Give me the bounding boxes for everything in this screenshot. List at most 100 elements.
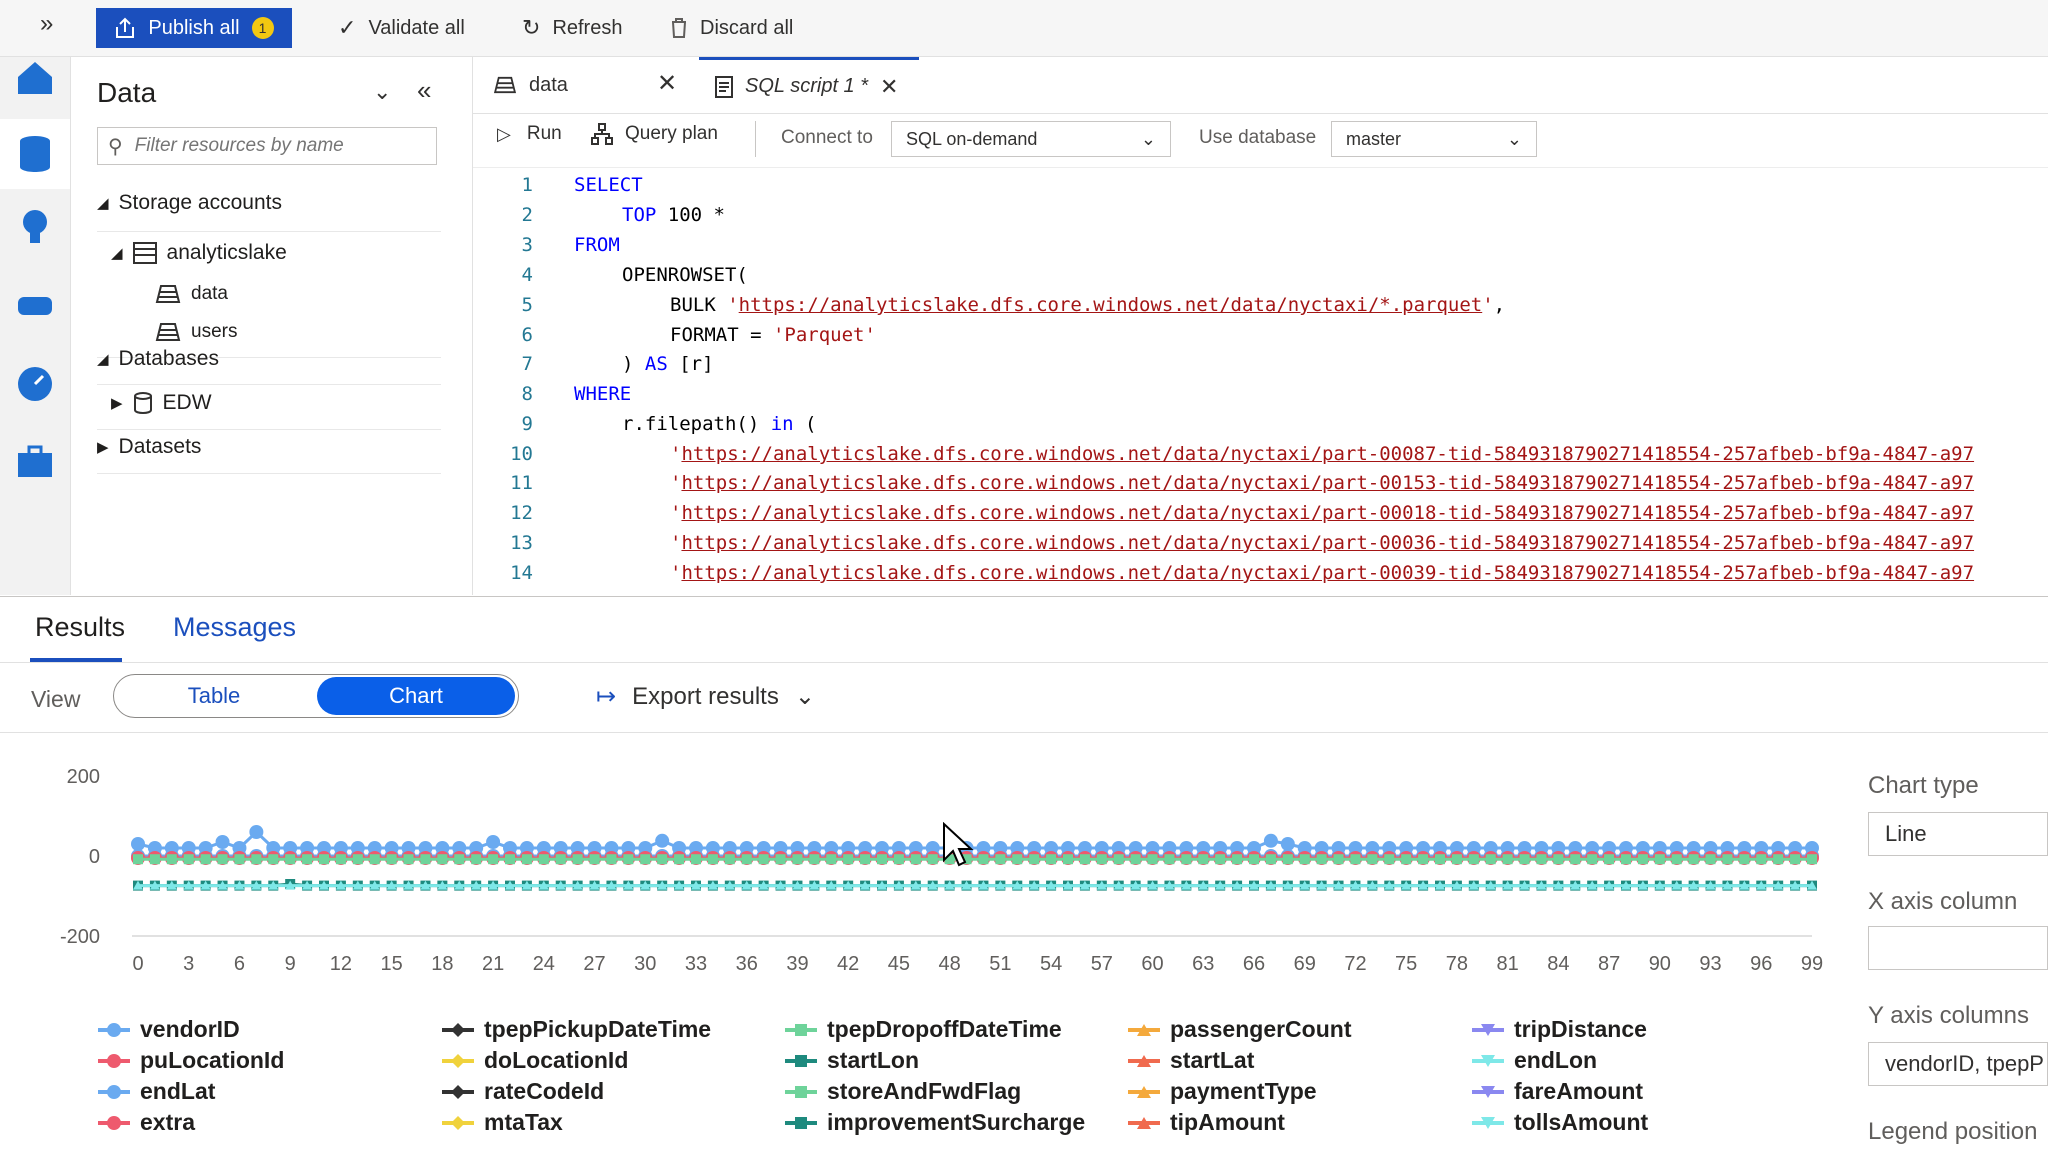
legend-marker-icon <box>98 1115 130 1130</box>
legend-item-tipAmount[interactable]: tipAmount <box>1128 1109 1285 1136</box>
code-url[interactable]: https://analyticslake.dfs.core.windows.n… <box>681 472 1974 494</box>
legend-item-startLon[interactable]: startLon <box>785 1047 919 1074</box>
legend-item-tripDistance[interactable]: tripDistance <box>1472 1016 1647 1043</box>
develop-icon[interactable] <box>14 207 56 249</box>
export-results-button[interactable]: ↦ Export results ⌄ <box>596 682 815 711</box>
x-tick-label: 9 <box>285 953 296 975</box>
legend-item-vendorID[interactable]: vendorID <box>98 1016 240 1043</box>
run-button[interactable]: ▷ Run <box>497 123 562 145</box>
data-point <box>1502 854 1513 865</box>
x-axis-column-label: X axis column <box>1868 888 2018 915</box>
legend-item-improvementSurcharge[interactable]: improvementSurcharge <box>785 1109 1085 1136</box>
chart-type-dropdown[interactable]: Line <box>1868 812 2048 856</box>
legend-marker-icon <box>442 1053 474 1068</box>
data-point <box>285 854 296 865</box>
legend-label: startLat <box>1170 1047 1255 1073</box>
data-point <box>1316 854 1327 865</box>
legend-item-puLocationId[interactable]: puLocationId <box>98 1047 284 1074</box>
legend-item-tpepPickupDateTime[interactable]: tpepPickupDateTime <box>442 1016 711 1043</box>
collapse-all-icon[interactable]: ⌄ <box>373 79 391 105</box>
divider <box>97 429 441 430</box>
tab-messages[interactable]: Messages <box>173 612 296 643</box>
close-tab-data-icon[interactable]: ✕ <box>657 69 677 98</box>
nav-data-selected[interactable] <box>0 119 70 189</box>
code-text: FORMAT = <box>670 324 773 346</box>
tree-storage-accounts[interactable]: ◢ Storage accounts <box>97 191 282 215</box>
data-point <box>910 854 921 865</box>
code-url[interactable]: https://analyticslake.dfs.core.windows.n… <box>681 502 1974 524</box>
data-point <box>1113 854 1124 865</box>
code-url[interactable]: https://analyticslake.dfs.core.windows.n… <box>681 562 1974 584</box>
legend-item-tpepDropoffDateTime[interactable]: tpepDropoffDateTime <box>785 1016 1062 1043</box>
use-database-dropdown[interactable]: master ⌄ <box>1331 121 1537 157</box>
legend-item-paymentType[interactable]: paymentType <box>1128 1078 1317 1105</box>
close-tab-sql-icon[interactable]: ✕ <box>880 74 898 100</box>
data-point <box>893 854 904 865</box>
filter-input[interactable]: ⚲ <box>97 127 437 165</box>
data-point <box>1198 854 1209 865</box>
filter-resources-input[interactable] <box>132 134 417 158</box>
x-tick-label: 87 <box>1598 953 1620 975</box>
data-point <box>1468 854 1479 865</box>
data-point <box>640 854 651 865</box>
validate-all-button[interactable]: ✓ Validate all <box>338 8 465 48</box>
left-nav-rail <box>0 57 71 595</box>
legend-marker-icon <box>98 1084 130 1099</box>
legend-item-mtaTax[interactable]: mtaTax <box>442 1109 563 1136</box>
y-axis-columns-dropdown[interactable]: vendorID, tpepP <box>1868 1042 2048 1086</box>
publish-all-button[interactable]: Publish all 1 <box>96 8 292 48</box>
tree-datasets[interactable]: ▶ Datasets <box>97 435 201 459</box>
legend-item-extra[interactable]: extra <box>98 1109 195 1136</box>
refresh-button[interactable]: ↻ Refresh <box>522 8 622 48</box>
legend-item-endLat[interactable]: endLat <box>98 1078 215 1105</box>
code-url[interactable]: https://analyticslake.dfs.core.windows.n… <box>739 294 1483 316</box>
tree-analyticslake[interactable]: ◢ analyticslake <box>111 241 287 265</box>
data-point <box>1384 854 1395 865</box>
collapse-panel-icon[interactable]: « <box>417 75 431 106</box>
data-point <box>1280 837 1295 851</box>
legend-item-passengerCount[interactable]: passengerCount <box>1128 1016 1351 1043</box>
discard-all-button[interactable]: Discard all <box>670 8 793 48</box>
divider <box>97 231 441 232</box>
data-point <box>1367 854 1378 865</box>
line-number: 9 <box>521 413 533 435</box>
x-axis-column-dropdown[interactable] <box>1868 926 2048 970</box>
legend-item-rateCodeId[interactable]: rateCodeId <box>442 1078 604 1105</box>
view-table-button[interactable]: Table <box>114 675 314 717</box>
monitor-icon[interactable] <box>14 363 56 405</box>
tree-databases[interactable]: ◢ Databases <box>97 347 219 371</box>
legend-item-startLat[interactable]: startLat <box>1128 1047 1254 1074</box>
legend-item-fareAmount[interactable]: fareAmount <box>1472 1078 1643 1105</box>
legend-label: tpepPickupDateTime <box>484 1016 712 1042</box>
tree-database-edw[interactable]: ▶ EDW <box>111 391 212 415</box>
data-point <box>149 854 160 865</box>
home-icon[interactable] <box>14 57 56 99</box>
x-tick-label: 27 <box>583 953 605 975</box>
data-point <box>674 854 685 865</box>
tab-results[interactable]: Results <box>35 612 125 643</box>
divider <box>97 384 441 385</box>
code-url[interactable]: https://analyticslake.dfs.core.windows.n… <box>681 532 1974 554</box>
tree-container-users[interactable]: users <box>155 321 237 343</box>
view-chart-button[interactable]: Chart <box>317 677 515 715</box>
query-plan-button[interactable]: Query plan <box>591 123 718 145</box>
x-tick-label: 48 <box>939 953 961 975</box>
manage-icon[interactable] <box>14 441 56 483</box>
connect-to-dropdown[interactable]: SQL on-demand ⌄ <box>891 121 1171 157</box>
legend-item-endLon[interactable]: endLon <box>1472 1047 1597 1074</box>
integrate-icon[interactable] <box>14 285 56 327</box>
y-axis-columns-value: vendorID, tpepP <box>1885 1051 2044 1076</box>
x-tick-label: 24 <box>533 953 555 975</box>
x-tick-label: 69 <box>1294 953 1316 975</box>
line-number: 8 <box>521 383 533 405</box>
data-point <box>995 854 1006 865</box>
code-url[interactable]: https://analyticslake.dfs.core.windows.n… <box>681 443 1974 465</box>
tab-sql-script[interactable]: SQL script 1 * ✕ <box>699 57 919 113</box>
legend-item-doLocationId[interactable]: doLocationId <box>442 1047 628 1074</box>
tree-container-data[interactable]: data <box>155 283 228 305</box>
legend-item-storeAndFwdFlag[interactable]: storeAndFwdFlag <box>785 1078 1021 1105</box>
expand-rail-button[interactable]: » <box>40 10 53 38</box>
legend-label: improvementSurcharge <box>827 1109 1086 1135</box>
data-point <box>1553 854 1564 865</box>
legend-item-tollsAmount[interactable]: tollsAmount <box>1472 1109 1648 1136</box>
